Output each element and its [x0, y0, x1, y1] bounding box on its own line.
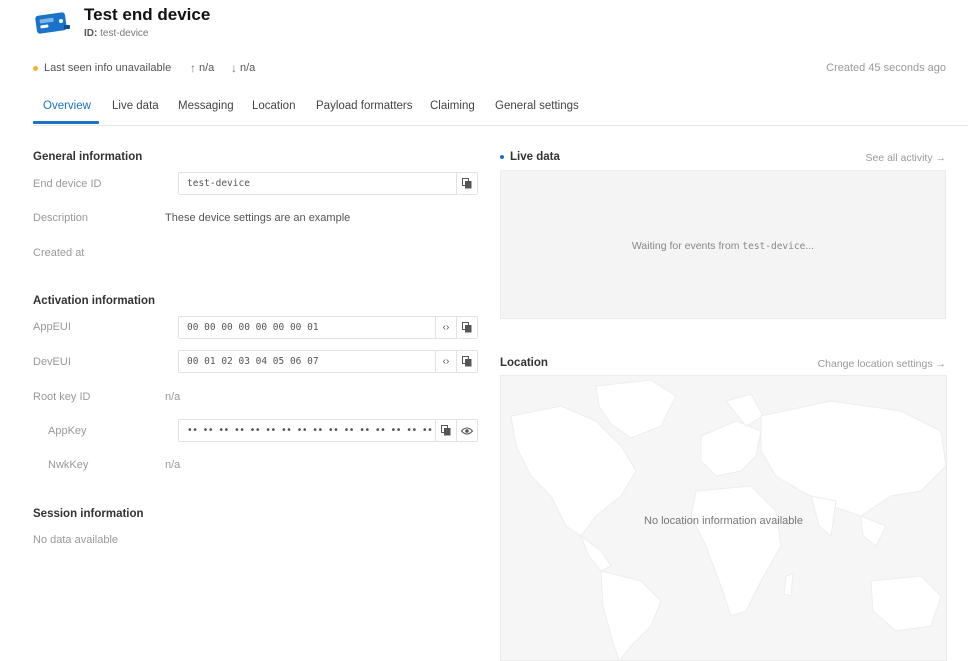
last-seen-status: Last seen info unavailable — [33, 62, 171, 74]
toggle-format-icon[interactable]: ‹› — [435, 351, 456, 372]
copy-icon[interactable] — [456, 317, 477, 338]
appeui-value[interactable]: 00 00 00 00 00 00 00 01 — [179, 322, 435, 333]
uplink-counter: ↑ n/a — [190, 61, 214, 75]
deveui-label: DevEUI — [33, 356, 71, 368]
general-information-heading: General information — [33, 151, 143, 163]
appkey-value[interactable]: •• •• •• •• •• •• •• •• •• •• •• •• •• •… — [179, 425, 435, 436]
no-location-text: No location information available — [644, 515, 803, 527]
session-information-heading: Session information — [33, 508, 144, 520]
active-tab-indicator — [33, 121, 99, 124]
session-empty-text: No data available — [33, 534, 119, 546]
waiting-prefix: Waiting for events from — [631, 240, 743, 252]
location-title: Location — [500, 357, 548, 369]
appkey-field: •• •• •• •• •• •• •• •• •• •• •• •• •• •… — [178, 419, 478, 442]
end-device-id-value[interactable]: test-device — [179, 178, 456, 189]
live-data-title: Live data — [510, 151, 560, 163]
location-map[interactable]: No location information available — [500, 375, 947, 661]
root-key-id-value: n/a — [165, 391, 181, 403]
page-title: Test end device — [84, 5, 211, 24]
change-location-settings-link[interactable]: Change location settings → — [818, 358, 946, 370]
device-icon — [34, 8, 72, 38]
toggle-format-icon[interactable]: ‹› — [435, 317, 456, 338]
live-data-panel: Waiting for events from test-device... — [500, 170, 946, 319]
root-key-id-label: Root key ID — [33, 391, 91, 403]
created-timestamp: Created 45 seconds ago — [826, 62, 946, 74]
appeui-label: AppEUI — [33, 321, 71, 333]
device-id-value: test-device — [100, 28, 149, 39]
description-label: Description — [33, 212, 89, 224]
see-all-activity-link[interactable]: See all activity → — [865, 152, 946, 164]
tab-live-data[interactable]: Live data — [112, 100, 159, 112]
waiting-suffix: ... — [805, 240, 815, 252]
copy-icon[interactable] — [456, 351, 477, 372]
tab-general-settings[interactable]: General settings — [495, 100, 579, 112]
description-value: These device settings are an example — [165, 212, 351, 224]
end-device-id-field: test-device — [178, 172, 478, 195]
nwkkey-value: n/a — [165, 459, 181, 471]
tab-claiming[interactable]: Claiming — [430, 100, 475, 112]
status-text: Last seen info unavailable — [44, 62, 172, 74]
waiting-device-id: test-device — [742, 241, 806, 252]
nwkkey-label: NwkKey — [48, 459, 89, 471]
uplink-value: n/a — [199, 62, 215, 74]
tab-overview[interactable]: Overview — [43, 100, 91, 112]
tab-payload-formatters[interactable]: Payload formatters — [316, 100, 413, 112]
live-data-heading: Live data — [500, 151, 560, 163]
appkey-label: AppKey — [48, 425, 87, 437]
live-indicator-dot — [500, 155, 504, 159]
tab-bar: Overview Live data Messaging Location Pa… — [33, 96, 968, 126]
waiting-for-events-text: Waiting for events from test-device... — [501, 240, 945, 252]
deveui-value[interactable]: 00 01 02 03 04 05 06 07 — [179, 356, 435, 367]
device-id-subtitle: ID: test-device — [84, 28, 148, 39]
copy-icon[interactable] — [435, 420, 456, 441]
end-device-id-label: End device ID — [33, 178, 102, 190]
activation-information-heading: Activation information — [33, 295, 156, 307]
eye-icon[interactable] — [456, 420, 477, 441]
downlink-value: n/a — [240, 62, 256, 74]
status-dot — [33, 65, 38, 71]
tab-messaging[interactable]: Messaging — [178, 100, 234, 112]
downlink-counter: ↓ n/a — [231, 61, 255, 75]
deveui-field: 00 01 02 03 04 05 06 07 ‹› — [178, 350, 478, 373]
copy-icon[interactable] — [456, 173, 477, 194]
arrow-up-icon: ↑ — [190, 61, 196, 75]
device-id-label: ID: — [84, 28, 98, 39]
appeui-field: 00 00 00 00 00 00 00 01 ‹› — [178, 316, 478, 339]
arrow-down-icon: ↓ — [231, 61, 237, 75]
created-at-label: Created at — [33, 247, 85, 259]
location-heading: Location — [500, 357, 548, 369]
tab-location[interactable]: Location — [252, 100, 295, 112]
